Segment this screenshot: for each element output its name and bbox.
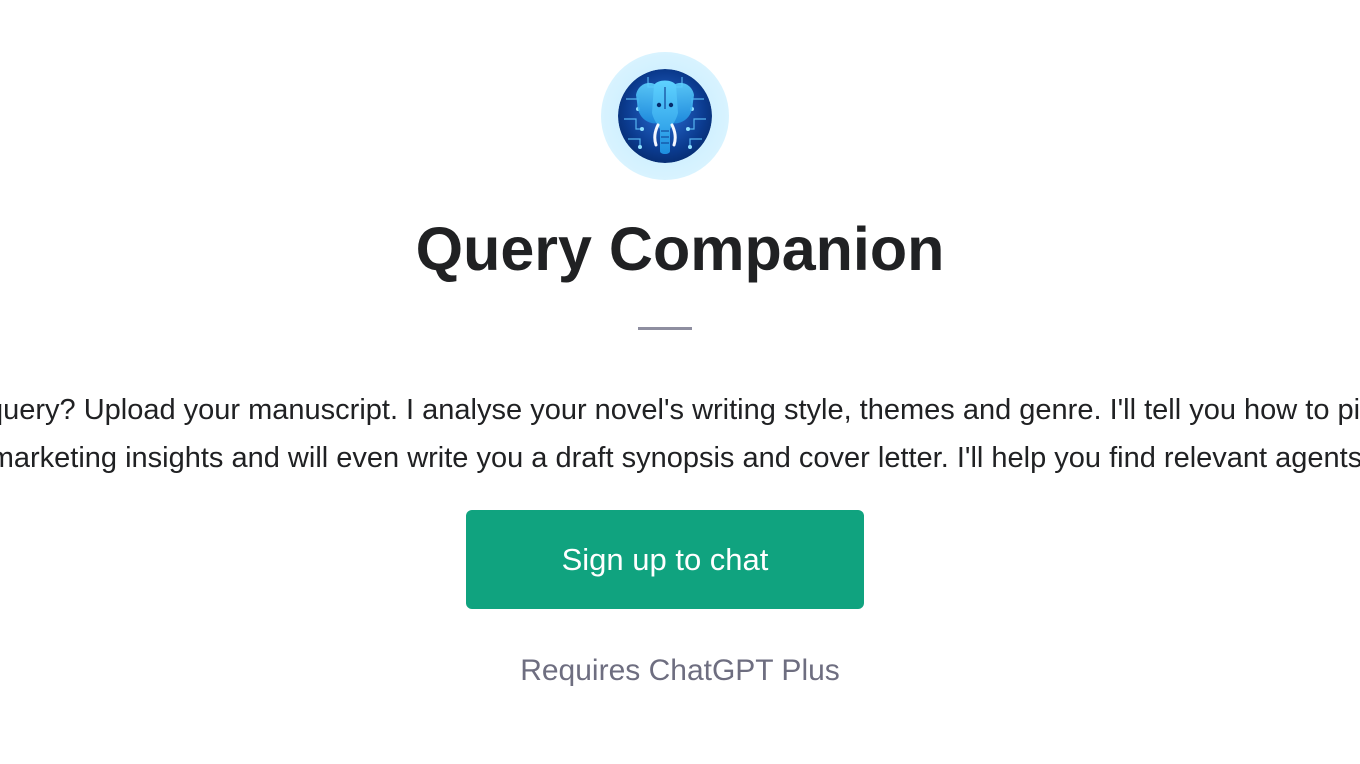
title-divider: [638, 327, 692, 330]
gpt-description: Writing a query? Upload your manuscript.…: [0, 394, 1360, 474]
requires-plus-note: Requires ChatGPT Plus: [520, 654, 840, 687]
description-container: Writing a query? Upload your manuscript.…: [0, 386, 1360, 486]
gpt-landing-page: Query Companion Writing a query? Upload …: [0, 0, 1360, 764]
gpt-avatar: [601, 52, 729, 180]
gpt-title: Query Companion: [415, 215, 945, 283]
elephant-circuit-logo-icon: [618, 69, 712, 163]
sign-up-to-chat-button[interactable]: Sign up to chat: [466, 510, 864, 609]
